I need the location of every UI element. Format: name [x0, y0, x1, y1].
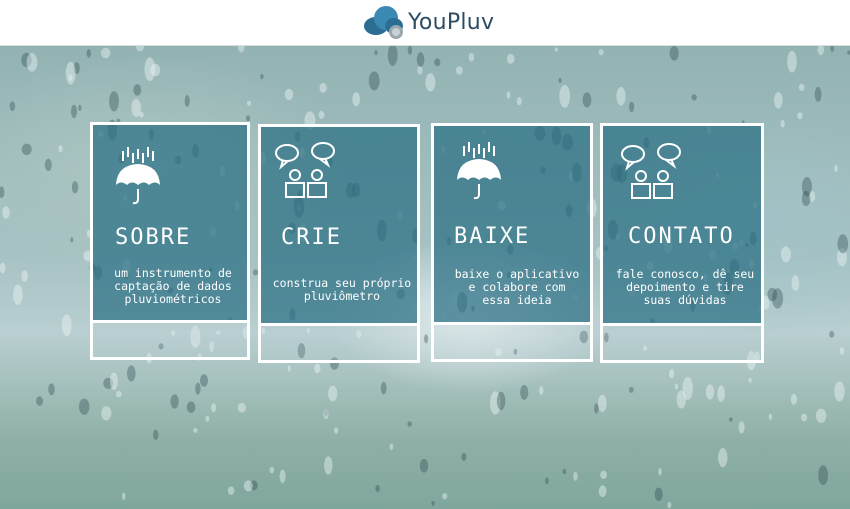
top-header: YouPluv — [0, 0, 850, 46]
card-title: CRIE — [281, 225, 342, 250]
card-description: construa seu próprio pluviômetro — [272, 276, 412, 303]
card-title: CONTATO — [628, 224, 735, 249]
card-footer — [434, 325, 590, 359]
rain-umbrella-icon — [116, 147, 160, 205]
card-title: SOBRE — [115, 225, 192, 250]
chat-people-icon — [621, 143, 681, 199]
hero-background: SOBRE um instrumento de captação de dado… — [0, 46, 850, 509]
card-sobre[interactable]: SOBRE um instrumento de captação de dado… — [90, 122, 250, 360]
rain-umbrella-icon — [457, 142, 501, 200]
card-footer — [261, 326, 417, 360]
card-description: um instrumento de captação de dados pluv… — [114, 266, 232, 306]
card-title: BAIXE — [454, 224, 531, 249]
card-description: fale conosco, dê seu depoimento e tire s… — [615, 267, 755, 307]
card-contato[interactable]: CONTATO fale conosco, dê seu depoimento … — [600, 123, 764, 363]
card-footer — [93, 323, 247, 357]
brand-name: YouPluv — [408, 9, 495, 35]
card-description: baixe o aplicativo e colabore com essa i… — [454, 267, 580, 307]
brand-logo[interactable]: YouPluv — [362, 2, 494, 42]
chat-people-icon — [275, 142, 335, 198]
card-crie[interactable]: CRIE construa seu próprio pluviômetro — [258, 124, 420, 363]
card-footer — [603, 326, 761, 360]
card-baixe[interactable]: BAIXE baixe o aplicativo e colabore com … — [431, 123, 593, 362]
cloud-logo-icon — [364, 6, 403, 39]
